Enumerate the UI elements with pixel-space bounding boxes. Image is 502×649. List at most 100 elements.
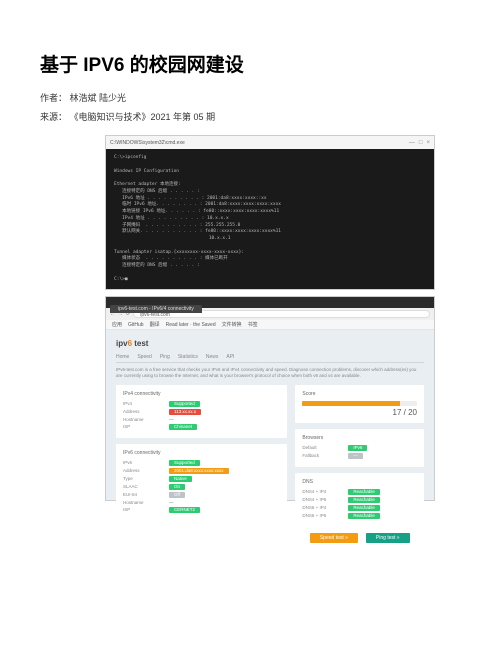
- ipv6-row-value: 2001:da8:xxxx:xxxx:xxxx: [169, 468, 229, 474]
- page-content: ipv6 test Home Speed Ping Statistics News API…: [106, 330, 434, 500]
- ipv6-row: IPv6 Supported: [123, 460, 280, 466]
- dns-title: DNS: [302, 479, 417, 485]
- ipv6-row: SLAACOn: [123, 484, 280, 490]
- ipv6-row-label: IPv6: [123, 460, 165, 465]
- author-line: 作者： 林浩斌 陆少光: [40, 91, 462, 104]
- ipv6-row-value: —: [169, 500, 174, 505]
- dns-row-value: Reachable: [348, 489, 380, 495]
- bookmarks-bar: 应用 GitHub 翻译 Read later · the Saved 文件转换书签: [106, 320, 434, 330]
- button-bar: Speed test » Ping test »: [295, 533, 424, 543]
- ipv6-row-label: EUI-64: [123, 492, 165, 497]
- bookmark-item[interactable]: 翻译: [150, 321, 160, 328]
- browsers-row-value: —: [348, 453, 363, 459]
- ping-test-button[interactable]: Ping test »: [366, 533, 410, 543]
- logo-ip: ipv: [116, 339, 128, 348]
- nav-tab[interactable]: Ping: [160, 354, 170, 360]
- source-value: 《电脑知识与技术》2021 年第 05 期: [70, 112, 216, 122]
- terminal-title: C:\WINDOWS\system32\cmd.exe: [110, 140, 185, 146]
- browsers-row-label: Default: [302, 445, 344, 450]
- terminal-window: C:\WINDOWS\system32\cmd.exe — □ × C:\>ip…: [105, 135, 435, 290]
- browser-tab[interactable]: ipv6-test.com - IPv6/4 connectivity: [110, 305, 202, 313]
- nav-tab[interactable]: Statistics: [178, 354, 198, 360]
- ipv4-row-value: —: [169, 417, 174, 422]
- site-logo: ipv6 test: [116, 336, 424, 350]
- ipv6-panel-title: IPv6 connectivity: [123, 450, 280, 456]
- bookmark-item[interactable]: GitHub: [128, 322, 144, 328]
- dns-row-value: Reachable: [348, 497, 380, 503]
- nav-tab[interactable]: API: [226, 354, 234, 360]
- terminal-line: [114, 270, 426, 277]
- ipv6-row: Address2001:da8:xxxx:xxxx:xxxx: [123, 468, 280, 474]
- terminal-line: 临时 IPv6 地址. . . . . . . . : 2001:da8:xxx…: [114, 202, 426, 209]
- terminal-line: IPv4 地址 . . . . . . . . . . : 10.x.x.x: [114, 216, 426, 223]
- browsers-row: Default IPv6: [302, 445, 417, 451]
- browsers-panel: Browsers Default IPv6 Fallback —: [295, 429, 424, 467]
- source-line: 来源： 《电脑知识与技术》2021 年第 05 期: [40, 110, 462, 123]
- ipv6-row-value: Supported: [169, 460, 200, 466]
- bookmark-item[interactable]: 书签: [248, 321, 258, 328]
- score-fill: [302, 401, 399, 406]
- browsers-row-value: IPv6: [348, 445, 367, 451]
- terminal-line: C:\>ipconfig: [114, 155, 426, 162]
- ipv6-row-value: Off: [169, 492, 185, 498]
- dns-row: DNS4 + IP4 Reachable: [302, 489, 417, 495]
- terminal-body: C:\>ipconfig Windows IP Configuration Et…: [106, 149, 434, 289]
- ipv6-row: EUI-64 Off: [123, 492, 280, 498]
- ipv6-row-label: Type: [123, 476, 165, 481]
- browser-window: ipv6-test.com - IPv6/4 connectivity ← → …: [105, 296, 435, 501]
- score-bar: [302, 401, 417, 406]
- article-title: 基于 IPV6 的校园网建设: [40, 50, 462, 77]
- dns-row-label: DNS4 + IP4: [302, 489, 344, 494]
- window-maximize-icon[interactable]: □: [419, 140, 423, 146]
- terminal-line: Windows IP Configuration: [114, 169, 426, 176]
- ipv6-panel: IPv6 connectivity IPv6 Supported Address20…: [116, 444, 287, 521]
- terminal-line: [114, 243, 426, 250]
- dns-row-label: DNS4 + IP6: [302, 497, 344, 502]
- bookmark-item[interactable]: Read later · the Saved: [166, 322, 216, 328]
- ipv4-row-label: ISP: [123, 424, 165, 429]
- author-value: 林浩斌 陆少光: [70, 93, 127, 103]
- browsers-row: Fallback —: [302, 453, 417, 459]
- ipv6-row-label: Hostname: [123, 500, 165, 505]
- nav-tab[interactable]: News: [206, 354, 219, 360]
- intro-text: IPv6-test.com is a free service that che…: [116, 367, 424, 379]
- ipv4-row-value: 113.xx.xx.x: [169, 409, 201, 415]
- dns-row-value: Reachable: [348, 513, 380, 519]
- dns-row: DNS6 + IP6 Reachable: [302, 513, 417, 519]
- ipv6-row-label: ISP: [123, 507, 165, 512]
- nav-tab[interactable]: Speed: [137, 354, 151, 360]
- browsers-title: Browsers: [302, 435, 417, 441]
- ipv6-row-value: Native: [169, 476, 192, 482]
- ipv6-row: ISP CERNET2: [123, 507, 280, 513]
- ipv4-row-label: IPv4: [123, 401, 165, 406]
- bookmark-item[interactable]: 应用: [112, 321, 122, 328]
- ipv4-panel: IPv4 connectivity IPv4 Supported Address11…: [116, 385, 287, 438]
- terminal-line: 10.x.x.1: [114, 236, 426, 243]
- browsers-row-label: Fallback: [302, 453, 344, 458]
- terminal-line: 连接特定的 DNS 后缀 . . . . . :: [114, 263, 426, 270]
- ipv4-row: ISPChinanet: [123, 424, 280, 430]
- dns-row-label: DNS6 + IP6: [302, 513, 344, 518]
- ipv4-row-value: Supported: [169, 401, 200, 407]
- ipv4-row: Address113.xx.xx.x: [123, 409, 280, 415]
- dns-panel: DNS DNS4 + IP4 Reachable DNS4 + IP6 Reachab…: [295, 473, 424, 527]
- terminal-line: 默认网关. . . . . . . . . . . : fe80::xxxx:x…: [114, 229, 426, 236]
- terminal-line: C:\>■: [114, 277, 426, 284]
- dns-row: DNS4 + IP6 Reachable: [302, 497, 417, 503]
- nav-tab[interactable]: Home: [116, 354, 129, 360]
- window-minimize-icon[interactable]: —: [409, 140, 415, 146]
- score-panel: Score 17 / 20: [295, 385, 424, 423]
- window-close-icon[interactable]: ×: [426, 140, 430, 146]
- ipv6-row-value: CERNET2: [169, 507, 200, 513]
- speed-test-button[interactable]: Speed test »: [310, 533, 358, 543]
- ipv6-row: Hostname —: [123, 500, 280, 505]
- bookmark-item[interactable]: 文件转换: [222, 321, 242, 328]
- ipv6-row: Type Native: [123, 476, 280, 482]
- ipv4-panel-title: IPv4 connectivity: [123, 391, 280, 397]
- dns-row: DNS6 + IP4Reachable: [302, 505, 417, 511]
- terminal-titlebar: C:\WINDOWS\system32\cmd.exe — □ ×: [106, 136, 434, 149]
- logo-test: test: [132, 339, 148, 348]
- ipv4-row: Hostname—: [123, 417, 280, 422]
- terminal-line: 连接特定的 DNS 后缀 . . . . . :: [114, 189, 426, 196]
- terminal-line: [114, 162, 426, 169]
